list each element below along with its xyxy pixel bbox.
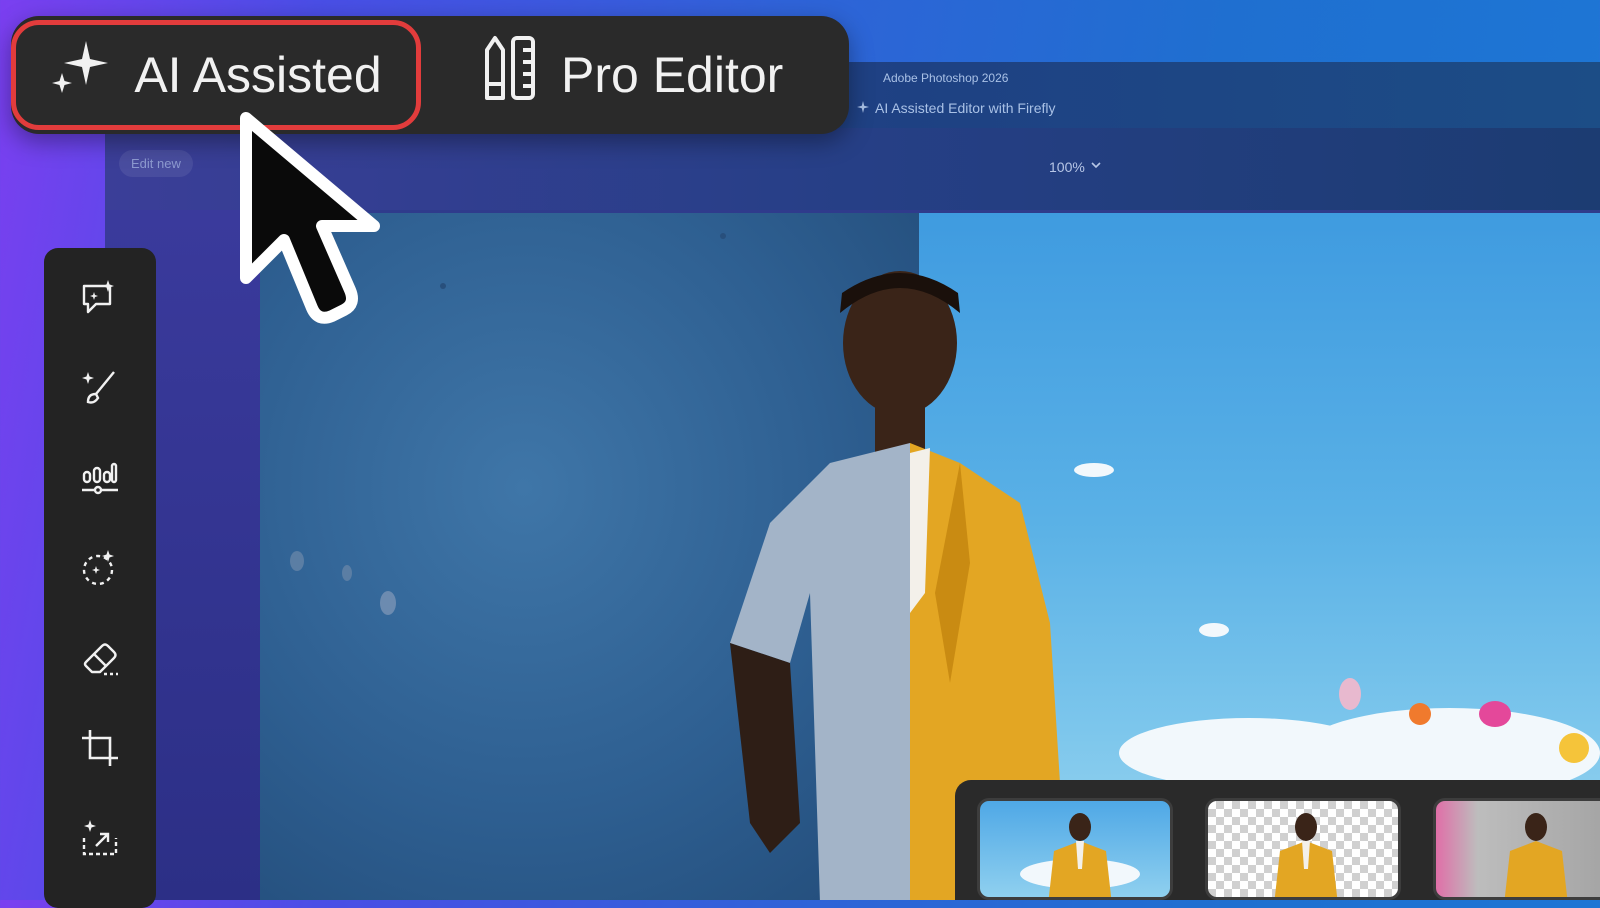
variation-tray bbox=[955, 780, 1600, 900]
cloud bbox=[1199, 623, 1229, 637]
mouse-pointer-icon bbox=[240, 112, 380, 324]
chat-sparkle-icon[interactable] bbox=[72, 270, 128, 326]
sparkle-icon bbox=[857, 100, 869, 116]
chevron-down-icon bbox=[1089, 158, 1103, 175]
crop-icon[interactable] bbox=[72, 720, 128, 776]
pro-editor-label: Pro Editor bbox=[561, 47, 784, 103]
app-subtitle-text: AI Assisted Editor with Firefly bbox=[875, 100, 1056, 116]
transparent-background-thumbnail[interactable] bbox=[1205, 798, 1401, 900]
wall-chip bbox=[342, 565, 352, 581]
pencil-ruler-icon bbox=[481, 34, 537, 116]
tool-sidebar bbox=[44, 248, 156, 908]
flower bbox=[1559, 733, 1589, 763]
ai-assisted-label: AI Assisted bbox=[134, 47, 382, 103]
app-title: Adobe Photoshop 2026 bbox=[883, 71, 1009, 85]
eraser-icon[interactable] bbox=[72, 630, 128, 686]
sky-background-thumbnail[interactable] bbox=[977, 798, 1173, 900]
wall-chip bbox=[380, 591, 396, 615]
flower bbox=[1339, 678, 1361, 710]
zoom-level: 100% bbox=[1049, 158, 1085, 175]
edit-new-button[interactable]: Edit new bbox=[119, 150, 193, 177]
flower bbox=[1409, 703, 1431, 725]
pro-editor-mode-button[interactable]: Pro Editor bbox=[481, 16, 783, 134]
app-subtitle: AI Assisted Editor with Firefly bbox=[857, 100, 1056, 116]
adjustments-icon[interactable] bbox=[72, 450, 128, 506]
wall-chip bbox=[290, 551, 304, 571]
expand-sparkle-icon[interactable] bbox=[72, 810, 128, 866]
wall-chip bbox=[440, 283, 446, 289]
selection-sparkle-icon[interactable] bbox=[72, 540, 128, 596]
wall-chip bbox=[720, 233, 726, 239]
brush-sparkle-icon[interactable] bbox=[72, 360, 128, 416]
zoom-dropdown[interactable]: 100% bbox=[1049, 158, 1103, 175]
flower bbox=[1479, 701, 1511, 727]
sparkles-icon bbox=[50, 39, 110, 111]
studio-background-thumbnail[interactable] bbox=[1433, 798, 1600, 900]
mode-switcher: AI Assisted Pro Editor bbox=[11, 16, 849, 134]
